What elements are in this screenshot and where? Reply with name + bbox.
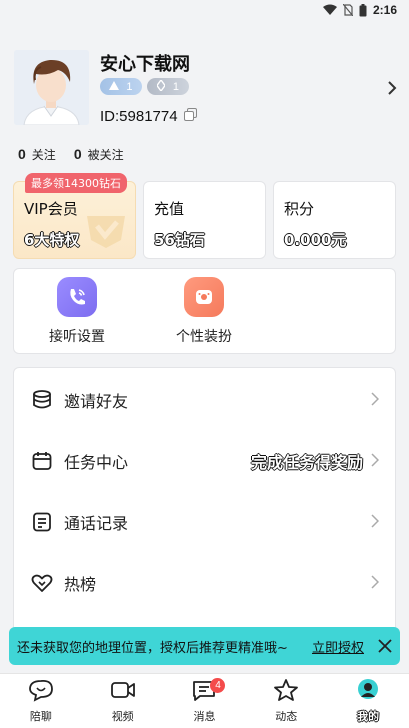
follow-stats: 0 关注 0 被关注 (18, 146, 124, 163)
heart-icon (30, 571, 54, 595)
followers-stat[interactable]: 0 被关注 (74, 146, 124, 163)
points-title: 积分 (284, 200, 315, 218)
chat-heart-icon (28, 678, 54, 705)
vip-promo-tag: 最多领14300钻石 (25, 173, 127, 193)
chevron-right-icon (371, 513, 380, 532)
menu-label: 热榜 (64, 575, 97, 594)
menu-label: 邀请好友 (64, 392, 129, 411)
tab-video[interactable]: 视频 (82, 674, 164, 728)
charm-badge-value: 1 (172, 80, 180, 93)
bottom-tab-bar: 陪聊 视频 4 消息 动态 我的 (0, 673, 409, 728)
profile-name: 安心下载网 (100, 54, 190, 75)
battery-icon (359, 3, 367, 17)
calendar-icon (30, 449, 54, 473)
tab-messages[interactable]: 4 消息 (164, 674, 246, 728)
avatar[interactable] (14, 50, 89, 125)
charm-badge: 1 (147, 78, 189, 95)
unread-badge: 4 (210, 678, 226, 693)
following-stat[interactable]: 0 关注 (18, 146, 56, 163)
user-id-text: ID:5981774 (100, 108, 178, 125)
authorize-now-link[interactable]: 立即授权 (312, 637, 364, 656)
tab-label: 动态 (275, 710, 298, 723)
task-reward-hint: 完成任务得奖励 (250, 453, 363, 472)
points-value: 0.000元 (284, 231, 347, 250)
copy-icon[interactable] (183, 108, 197, 125)
recharge-value: 56钻石 (154, 231, 206, 250)
badge-row: 1 1 (100, 78, 189, 95)
vip-card[interactable]: 最多领14300钻石 VIP会员 6大特权 (13, 173, 136, 259)
level-badge-value: 1 (126, 80, 133, 93)
dressup-icon (184, 277, 224, 317)
points-card[interactable]: 积分 0.000元 (273, 181, 396, 259)
diamond-icon (156, 78, 166, 94)
location-permission-banner: 还未获取您的地理位置，授权后推荐更精准哦~ 立即授权 (9, 627, 400, 665)
chevron-right-icon (371, 391, 380, 410)
document-list-icon (30, 510, 54, 534)
asset-cards: 最多领14300钻石 VIP会员 6大特权 充值 56钻石 积分 0.000元 (13, 173, 396, 259)
user-profile-icon (355, 678, 381, 705)
menu-item-invite-friends[interactable]: 邀请好友 (14, 370, 395, 430)
close-icon[interactable] (378, 639, 392, 653)
wifi-icon (322, 4, 337, 16)
personal-dressup-label: 个性装扮 (176, 329, 232, 345)
level-badge: 1 (100, 78, 142, 95)
recharge-title: 充值 (154, 200, 185, 218)
menu-item-hot-list[interactable]: 热榜 (14, 553, 395, 613)
coins-stack-icon (30, 388, 54, 412)
tab-label: 视频 (111, 710, 134, 723)
star-icon (273, 678, 299, 705)
tab-label: 消息 (193, 710, 216, 723)
status-bar: 2:16 (0, 0, 409, 20)
chevron-right-icon[interactable] (387, 80, 397, 100)
menu-label: 任务中心 (64, 453, 129, 472)
quick-actions: 接听设置 个性装扮 (13, 268, 396, 354)
user-id: ID:5981774 (100, 108, 197, 125)
menu-label: 通话记录 (64, 514, 129, 533)
following-count: 0 (18, 146, 26, 162)
answer-settings-button[interactable]: 接听设置 (32, 277, 122, 346)
followers-label: 被关注 (87, 148, 124, 162)
menu-item-task-center[interactable]: 任务中心 完成任务得奖励 (14, 431, 395, 491)
clock: 2:16 (372, 3, 397, 17)
no-sim-icon (342, 4, 353, 16)
chevron-right-icon (371, 574, 380, 593)
video-camera-icon (110, 678, 136, 705)
vip-crest-icon (83, 210, 129, 254)
tab-me[interactable]: 我的 (327, 674, 409, 728)
chevron-right-icon (371, 452, 380, 471)
personal-dressup-button[interactable]: 个性装扮 (159, 277, 249, 346)
following-label: 关注 (31, 148, 56, 162)
tab-label: 我的 (357, 710, 380, 723)
menu-list: 邀请好友 任务中心 完成任务得奖励 通话记录 热榜 (13, 367, 396, 657)
menu-item-call-records[interactable]: 通话记录 (14, 492, 395, 552)
answer-settings-label: 接听设置 (49, 329, 105, 345)
phone-call-icon (57, 277, 97, 317)
tab-label: 陪聊 (29, 710, 52, 723)
tab-moments[interactable]: 动态 (245, 674, 327, 728)
tab-chat[interactable]: 陪聊 (0, 674, 82, 728)
recharge-card[interactable]: 充值 56钻石 (143, 181, 266, 259)
followers-count: 0 (73, 146, 82, 162)
profile-header[interactable]: 安心下载网 1 1 ID:5981774 (14, 48, 399, 128)
banner-message: 还未获取您的地理位置，授权后推荐更精准哦~ (17, 640, 288, 656)
level-icon (109, 80, 120, 93)
